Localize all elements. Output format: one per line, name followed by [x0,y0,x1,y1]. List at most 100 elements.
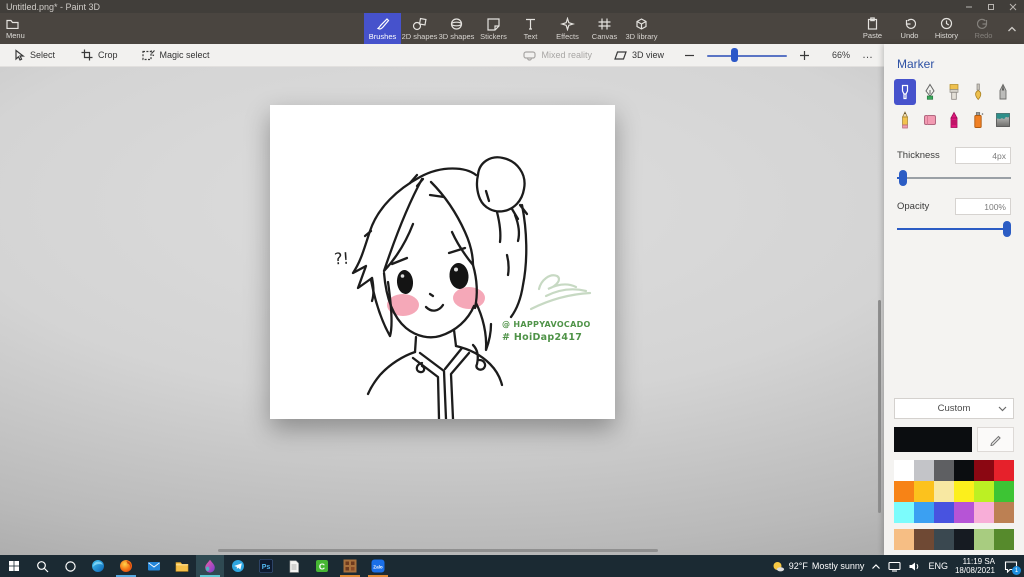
taskbar-zalo[interactable]: Zalo [364,555,392,577]
menu-button[interactable]: Menu [6,13,48,44]
tray-date: 18/08/2021 [954,566,995,575]
zoom-slider-track [706,54,787,57]
taskbar-notepad[interactable] [280,555,308,577]
palette-swatch[interactable] [994,481,1014,502]
workspace[interactable]: ?! @ HAPPYAVOCADO # HoiDap2417 [0,67,884,555]
opacity-slider-thumb[interactable] [1003,221,1011,237]
palette-swatch[interactable] [894,481,914,502]
network-icon[interactable] [888,561,901,572]
redo-button[interactable]: Redo [965,13,1002,44]
tab-3d-shapes[interactable]: 3D shapes [438,13,475,44]
mixed-reality-button[interactable]: Mixed reality [523,50,592,61]
custom-swatch[interactable] [954,529,974,550]
paste-button[interactable]: Paste [854,13,891,44]
palette-swatch[interactable] [974,502,994,523]
cortana-button[interactable] [56,555,84,577]
vertical-scrollbar[interactable] [878,300,881,513]
taskbar-mail[interactable] [140,555,168,577]
custom-swatch[interactable] [894,529,914,550]
palette-swatch[interactable] [954,481,974,502]
zoom-in-button[interactable] [799,50,810,61]
start-button[interactable] [0,555,28,577]
horizontal-scrollbar[interactable] [218,549,658,552]
tab-canvas[interactable]: Canvas [586,13,623,44]
collapse-ribbon-button[interactable] [1002,25,1022,33]
palette-swatch[interactable] [954,460,974,481]
cortana-icon [64,560,76,572]
palette-swatch[interactable] [934,502,954,523]
tab-3d-library[interactable]: 3D library [623,13,660,44]
brush-watercolour[interactable] [967,79,989,105]
zoom-slider-thumb[interactable] [730,48,738,62]
brush-oil-brush[interactable] [943,79,965,105]
custom-swatch[interactable] [974,529,994,550]
brush-eraser[interactable] [918,107,940,133]
taskbar-file-explorer[interactable] [168,555,196,577]
palette-swatch[interactable] [934,460,954,481]
zoom-out-button[interactable] [684,50,695,61]
language-indicator[interactable]: ENG [928,561,948,571]
brush-pixel-pen[interactable] [992,79,1014,105]
palette-swatch[interactable] [934,481,954,502]
brush-fill[interactable] [992,107,1014,133]
weather-widget[interactable]: 92°F Mostly sunny [771,560,864,573]
palette-swatch[interactable] [974,460,994,481]
volume-icon[interactable] [908,561,921,572]
palette-dropdown[interactable]: Custom [894,398,1014,419]
brush-marker[interactable] [894,79,917,105]
palette-swatch[interactable] [914,502,934,523]
custom-swatch[interactable] [914,529,934,550]
opacity-slider[interactable] [897,221,1011,237]
tab-text[interactable]: Text [512,13,549,44]
zoom-level[interactable]: 66% [832,50,850,60]
undo-button[interactable]: Undo [891,13,928,44]
taskbar-photoshop[interactable]: Ps [252,555,280,577]
minimize-button[interactable] [958,0,980,13]
tab-stickers[interactable]: Stickers [475,13,512,44]
3d-view-button[interactable]: 3D view [614,50,664,61]
palette-swatch[interactable] [914,481,934,502]
taskbar-search-button[interactable] [28,555,56,577]
magic-select-button[interactable]: Magic select [141,49,210,61]
opacity-input[interactable]: 100% [955,198,1011,215]
drawing-canvas[interactable]: ?! @ HAPPYAVOCADO # HoiDap2417 [270,105,615,421]
clock[interactable]: 11:19 SA 18/08/2021 [955,557,995,575]
brush-calligraphy-pen[interactable] [918,79,940,105]
taskbar-camtasia[interactable]: C [308,555,336,577]
more-options-button[interactable]: … [862,49,874,61]
tiles-app-icon [343,559,357,573]
thickness-slider-thumb[interactable] [899,170,908,186]
maximize-button[interactable] [980,0,1002,13]
close-button[interactable] [1002,0,1024,13]
taskbar-edge[interactable] [84,555,112,577]
palette-swatch[interactable] [894,502,914,523]
color-picker-button[interactable] [977,427,1014,452]
history-button[interactable]: History [928,13,965,44]
zoom-slider[interactable] [706,48,787,62]
palette-swatch[interactable] [994,502,1014,523]
palette-swatch[interactable] [894,460,914,481]
crop-button[interactable]: Crop [81,49,118,61]
taskbar-firefox[interactable] [112,555,140,577]
select-button[interactable]: Select [14,49,55,61]
palette-swatch[interactable] [914,460,934,481]
tray-chevron-up-icon[interactable] [871,563,881,570]
brush-crayon[interactable] [943,107,965,133]
thickness-slider[interactable] [897,170,1011,186]
brush-spray-can[interactable] [967,107,989,133]
thickness-input[interactable]: 4px [955,147,1011,164]
action-center-button[interactable]: 1 [1002,557,1021,575]
taskbar-tiles-app[interactable] [336,555,364,577]
tab-brushes[interactable]: Brushes [364,13,401,44]
tab-effects[interactable]: Effects [549,13,586,44]
tab-2d-shapes[interactable]: 2D shapes [401,13,438,44]
taskbar-telegram[interactable] [224,555,252,577]
taskbar-paint-3d[interactable] [196,555,224,577]
palette-swatch[interactable] [954,502,974,523]
palette-swatch[interactable] [974,481,994,502]
current-color-swatch[interactable] [894,427,972,452]
palette-swatch[interactable] [994,460,1014,481]
custom-swatch[interactable] [934,529,954,550]
custom-swatch[interactable] [994,529,1014,550]
brush-pencil[interactable] [894,107,916,133]
